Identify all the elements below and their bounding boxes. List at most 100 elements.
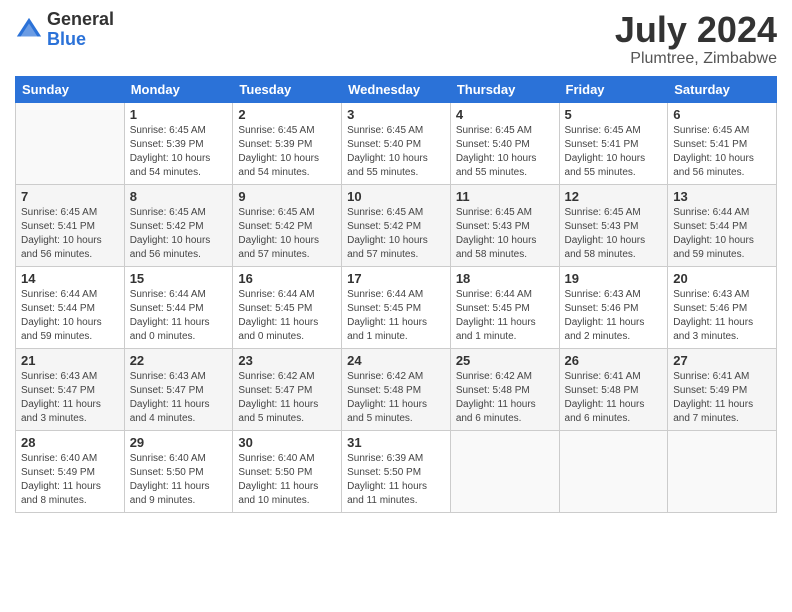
logo-icon [15,16,43,44]
day-number: 30 [238,435,336,450]
calendar-cell: 21 Sunrise: 6:43 AM Sunset: 5:47 PM Dayli… [16,348,125,430]
calendar-cell: 23Sunrise: 6:42 AM Sunset: 5:47 PM Dayli… [233,348,342,430]
day-info: Sunrise: 6:45 AM Sunset: 5:41 PM Dayligh… [565,124,663,180]
day-info: Sunrise: 6:45 AM Sunset: 5:40 PM Dayligh… [456,124,554,180]
calendar-cell: 5 Sunrise: 6:45 AM Sunset: 5:41 PM Daylig… [559,102,668,184]
calendar-week-2: 7 Sunrise: 6:45 AM Sunset: 5:41 PM Daylig… [16,184,777,266]
day-number: 15 [130,271,228,286]
day-info: Sunrise: 6:43 AM Sunset: 5:47 PM Dayligh… [130,370,228,426]
calendar-cell: 19 Sunrise: 6:43 AM Sunset: 5:46 PM Dayli… [559,266,668,348]
calendar-header-monday: Monday [124,76,233,102]
logo-text: General Blue [47,10,114,50]
day-number: 13 [673,189,771,204]
calendar-header-wednesday: Wednesday [342,76,451,102]
day-number: 16 [238,271,336,286]
day-info: Sunrise: 6:45 AM Sunset: 5:43 PM Dayligh… [456,206,554,262]
day-number: 12 [565,189,663,204]
day-info: Sunrise: 6:43 AM Sunset: 5:46 PM Dayligh… [565,288,663,344]
day-number: 11 [456,189,554,204]
calendar-cell: 6Sunrise: 6:45 AM Sunset: 5:41 PM Daylig… [668,102,777,184]
day-info: Sunrise: 6:45 AM Sunset: 5:41 PM Dayligh… [21,206,119,262]
subtitle: Plumtree, Zimbabwe [615,50,777,68]
day-info: Sunrise: 6:39 AM Sunset: 5:50 PM Dayligh… [347,452,445,508]
calendar-cell: 27 Sunrise: 6:41 AM Sunset: 5:49 PM Dayli… [668,348,777,430]
calendar-cell: 1 Sunrise: 6:45 AM Sunset: 5:39 PM Daylig… [124,102,233,184]
calendar-page: General Blue July 2024 Plumtree, Zimbabw… [0,0,792,612]
calendar-cell: 13Sunrise: 6:44 AM Sunset: 5:44 PM Dayli… [668,184,777,266]
day-number: 6 [673,107,771,122]
day-info: Sunrise: 6:45 AM Sunset: 5:39 PM Dayligh… [130,124,228,180]
day-info: Sunrise: 6:40 AM Sunset: 5:50 PM Dayligh… [238,452,336,508]
calendar-cell [668,430,777,512]
day-number: 1 [130,107,228,122]
calendar-cell: 29 Sunrise: 6:40 AM Sunset: 5:50 PM Dayli… [124,430,233,512]
calendar-table: SundayMondayTuesdayWednesdayThursdayFrid… [15,76,777,513]
header: General Blue July 2024 Plumtree, Zimbabw… [15,10,777,68]
calendar-cell: 28Sunrise: 6:40 AM Sunset: 5:49 PM Dayli… [16,430,125,512]
calendar-header-sunday: Sunday [16,76,125,102]
logo: General Blue [15,10,114,50]
calendar-cell: 31 Sunrise: 6:39 AM Sunset: 5:50 PM Dayli… [342,430,451,512]
day-number: 20 [673,271,771,286]
calendar-cell [16,102,125,184]
day-info: Sunrise: 6:40 AM Sunset: 5:50 PM Dayligh… [130,452,228,508]
calendar-header-saturday: Saturday [668,76,777,102]
day-info: Sunrise: 6:45 AM Sunset: 5:42 PM Dayligh… [130,206,228,262]
day-info: Sunrise: 6:44 AM Sunset: 5:44 PM Dayligh… [130,288,228,344]
calendar-cell [450,430,559,512]
day-info: Sunrise: 6:43 AM Sunset: 5:47 PM Dayligh… [21,370,119,426]
calendar-cell: 25 Sunrise: 6:42 AM Sunset: 5:48 PM Dayli… [450,348,559,430]
calendar-cell: 9 Sunrise: 6:45 AM Sunset: 5:42 PM Daylig… [233,184,342,266]
calendar-cell: 26Sunrise: 6:41 AM Sunset: 5:48 PM Dayli… [559,348,668,430]
day-info: Sunrise: 6:45 AM Sunset: 5:42 PM Dayligh… [238,206,336,262]
calendar-cell: 3 Sunrise: 6:45 AM Sunset: 5:40 PM Daylig… [342,102,451,184]
title-block: July 2024 Plumtree, Zimbabwe [615,10,777,68]
calendar-cell: 2 Sunrise: 6:45 AM Sunset: 5:39 PM Daylig… [233,102,342,184]
calendar-cell [559,430,668,512]
calendar-cell: 18Sunrise: 6:44 AM Sunset: 5:45 PM Dayli… [450,266,559,348]
calendar-header-tuesday: Tuesday [233,76,342,102]
day-number: 27 [673,353,771,368]
day-number: 14 [21,271,119,286]
day-number: 19 [565,271,663,286]
day-number: 10 [347,189,445,204]
day-info: Sunrise: 6:45 AM Sunset: 5:39 PM Dayligh… [238,124,336,180]
calendar-cell: 4 Sunrise: 6:45 AM Sunset: 5:40 PM Daylig… [450,102,559,184]
calendar-cell: 8Sunrise: 6:45 AM Sunset: 5:42 PM Daylig… [124,184,233,266]
day-number: 9 [238,189,336,204]
day-number: 21 [21,353,119,368]
logo-general: General [47,10,114,30]
day-number: 2 [238,107,336,122]
day-number: 25 [456,353,554,368]
calendar-cell: 22Sunrise: 6:43 AM Sunset: 5:47 PM Dayli… [124,348,233,430]
day-info: Sunrise: 6:45 AM Sunset: 5:42 PM Dayligh… [347,206,445,262]
day-number: 5 [565,107,663,122]
day-number: 29 [130,435,228,450]
day-info: Sunrise: 6:45 AM Sunset: 5:40 PM Dayligh… [347,124,445,180]
day-number: 24 [347,353,445,368]
calendar-cell: 24 Sunrise: 6:42 AM Sunset: 5:48 PM Dayli… [342,348,451,430]
calendar-header-row: SundayMondayTuesdayWednesdayThursdayFrid… [16,76,777,102]
calendar-cell: 15 Sunrise: 6:44 AM Sunset: 5:44 PM Dayli… [124,266,233,348]
day-info: Sunrise: 6:44 AM Sunset: 5:44 PM Dayligh… [21,288,119,344]
calendar-week-4: 21 Sunrise: 6:43 AM Sunset: 5:47 PM Dayli… [16,348,777,430]
day-number: 7 [21,189,119,204]
day-number: 4 [456,107,554,122]
day-info: Sunrise: 6:44 AM Sunset: 5:45 PM Dayligh… [347,288,445,344]
day-info: Sunrise: 6:41 AM Sunset: 5:49 PM Dayligh… [673,370,771,426]
day-info: Sunrise: 6:42 AM Sunset: 5:48 PM Dayligh… [456,370,554,426]
calendar-cell: 16Sunrise: 6:44 AM Sunset: 5:45 PM Dayli… [233,266,342,348]
day-number: 17 [347,271,445,286]
day-info: Sunrise: 6:45 AM Sunset: 5:43 PM Dayligh… [565,206,663,262]
calendar-week-1: 1 Sunrise: 6:45 AM Sunset: 5:39 PM Daylig… [16,102,777,184]
main-title: July 2024 [615,10,777,50]
day-number: 31 [347,435,445,450]
day-info: Sunrise: 6:42 AM Sunset: 5:47 PM Dayligh… [238,370,336,426]
day-info: Sunrise: 6:41 AM Sunset: 5:48 PM Dayligh… [565,370,663,426]
day-number: 3 [347,107,445,122]
calendar-cell: 7 Sunrise: 6:45 AM Sunset: 5:41 PM Daylig… [16,184,125,266]
calendar-cell: 11 Sunrise: 6:45 AM Sunset: 5:43 PM Dayli… [450,184,559,266]
calendar-header-friday: Friday [559,76,668,102]
day-info: Sunrise: 6:42 AM Sunset: 5:48 PM Dayligh… [347,370,445,426]
day-info: Sunrise: 6:44 AM Sunset: 5:45 PM Dayligh… [456,288,554,344]
